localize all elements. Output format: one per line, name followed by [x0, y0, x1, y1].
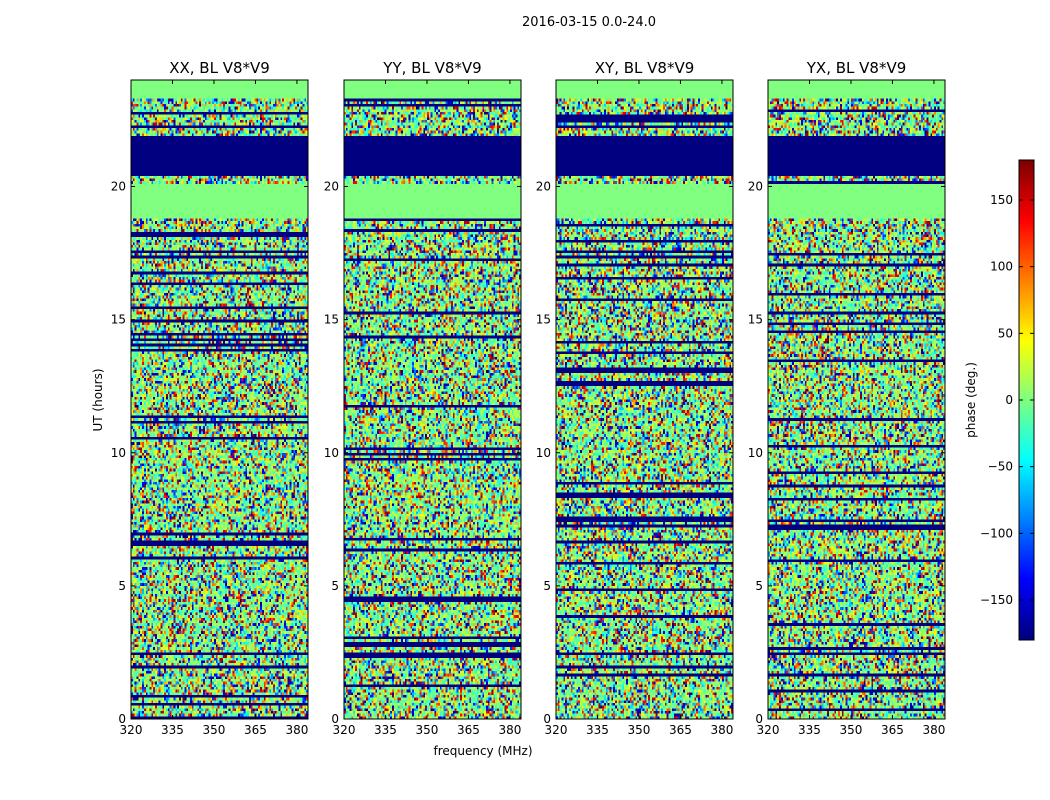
y-tick-label: 20: [324, 180, 339, 194]
y-axis-label: UT (hours): [91, 368, 105, 431]
y-tick-label: 0: [755, 712, 763, 726]
y-tick-label: 5: [543, 579, 551, 593]
y-tick-label: 20: [536, 180, 551, 194]
y-tick-label: 10: [324, 446, 339, 460]
panel-yy: YY, BL V8*V9320 335 350 365 38005101520: [324, 59, 522, 737]
x-tick-label: 365: [457, 723, 480, 737]
y-tick-label: 0: [543, 712, 551, 726]
y-tick-label: 10: [748, 446, 763, 460]
phase-heatmap: [556, 80, 733, 719]
x-tick-label: 365: [881, 723, 904, 737]
phase-heatmap: [344, 80, 521, 719]
x-tick-label: 350: [203, 723, 226, 737]
y-tick-label: 15: [111, 313, 126, 327]
y-tick-label: 10: [536, 446, 551, 460]
x-tick-label: 335: [161, 723, 184, 737]
colorbar-tick-label: −150: [980, 593, 1013, 607]
phase-panels: XX, BL V8*V9320 335 350 365 38005101520YY, B…: [111, 59, 946, 737]
x-tick-label: 350: [628, 723, 651, 737]
y-tick-label: 10: [111, 446, 126, 460]
phase-heatmap: [768, 80, 945, 719]
colorbar-tick-label: 50: [998, 326, 1013, 340]
colorbar-tick-label: −100: [980, 526, 1013, 540]
y-tick-label: 20: [111, 180, 126, 194]
x-tick-label: 350: [840, 723, 863, 737]
phase-heatmap: [131, 80, 308, 719]
colorbar-label: phase (deg.): [964, 362, 978, 438]
colorbar: 150 100 50 0 −50 −100 −150: [980, 159, 1035, 641]
figure: 2016-03-15 0.0-24.0 XX, BL V8*V9320 335 35…: [91, 15, 1035, 758]
x-tick-label: 380: [285, 723, 308, 737]
colorbar-tick-label: 150: [990, 193, 1013, 207]
y-tick-label: 0: [331, 712, 339, 726]
x-tick-label: 335: [374, 723, 397, 737]
y-tick-label: 15: [536, 313, 551, 327]
y-tick-label: 0: [118, 712, 126, 726]
panel-xy: XY, BL V8*V9320 335 350 365 38005101520: [536, 59, 734, 737]
colorbar-tick-label: −50: [988, 460, 1013, 474]
panel-title: YY, BL V8*V9: [382, 59, 481, 77]
y-tick-label: 5: [331, 579, 339, 593]
y-tick-label: 20: [748, 180, 763, 194]
x-tick-label: 365: [669, 723, 692, 737]
panel-yx: YX, BL V8*V9320 335 350 365 38005101520: [748, 59, 946, 737]
panel-title: XY, BL V8*V9: [595, 59, 695, 77]
x-axis-label: frequency (MHz): [433, 744, 532, 758]
panel-title: YX, BL V8*V9: [806, 59, 907, 77]
figure-title: 2016-03-15 0.0-24.0: [522, 15, 656, 30]
x-tick-label: 350: [416, 723, 439, 737]
colorbar-tick-label: 0: [1005, 393, 1013, 407]
x-tick-label: 335: [798, 723, 821, 737]
y-tick-label: 15: [324, 313, 339, 327]
x-tick-label: 380: [922, 723, 945, 737]
x-tick-label: 380: [498, 723, 521, 737]
x-tick-label: 380: [710, 723, 733, 737]
y-tick-label: 15: [748, 313, 763, 327]
x-tick-label: 365: [244, 723, 267, 737]
colorbar-tick-label: 100: [990, 260, 1013, 274]
y-tick-label: 5: [118, 579, 126, 593]
panel-xx: XX, BL V8*V9320 335 350 365 38005101520: [111, 59, 309, 737]
panel-title: XX, BL V8*V9: [169, 59, 270, 77]
x-tick-label: 335: [586, 723, 609, 737]
y-tick-label: 5: [755, 579, 763, 593]
